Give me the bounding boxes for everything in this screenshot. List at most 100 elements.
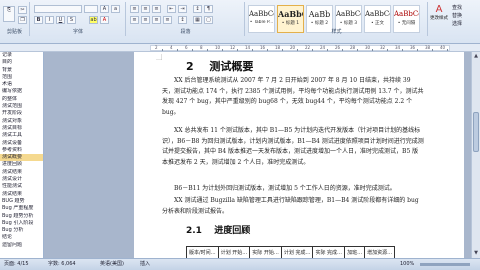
ruler-number: 16 bbox=[260, 45, 266, 50]
ruler-tick bbox=[312, 49, 313, 51]
strikethrough-button[interactable]: S bbox=[67, 16, 76, 24]
nav-item[interactable]: 测试概要 bbox=[0, 154, 43, 162]
nav-item[interactable]: 性能测试 bbox=[0, 183, 43, 190]
nav-item[interactable]: 测试范围 bbox=[0, 103, 43, 110]
line-spacing-icon[interactable]: ↕ bbox=[178, 16, 187, 24]
ruler-tick bbox=[282, 49, 283, 51]
ruler-tick bbox=[207, 49, 208, 51]
highlight-icon[interactable]: ab bbox=[89, 16, 98, 24]
shading-icon[interactable]: ▦ bbox=[193, 16, 202, 24]
language-indicator[interactable]: 英语(美国) bbox=[100, 259, 124, 270]
borders-icon[interactable]: ▢ bbox=[204, 16, 213, 24]
nav-item[interactable]: Bug 引入阶段 bbox=[0, 220, 43, 227]
nav-item[interactable]: 测试目标 bbox=[0, 125, 43, 132]
align-right-icon[interactable]: ≡ bbox=[152, 16, 161, 24]
paste-icon[interactable]: ⎘ bbox=[3, 6, 15, 22]
style-sample: AaBbCcDd bbox=[394, 10, 419, 18]
font-size-select[interactable] bbox=[84, 5, 98, 13]
clipboard-group: ⎘ ✂ ❐ 剪贴板 bbox=[0, 2, 30, 36]
nav-item[interactable]: 编写依据 bbox=[0, 88, 43, 95]
ruler-number: 30 bbox=[365, 45, 371, 50]
heading-2: 2.1 进度回顾 bbox=[186, 223, 250, 236]
ruler-number: 14 bbox=[245, 45, 251, 50]
numbering-icon[interactable]: ≡ bbox=[141, 5, 150, 13]
nav-item[interactable]: 测试对象 bbox=[0, 118, 43, 125]
nav-item[interactable]: Bug 趋势分析 bbox=[0, 213, 43, 220]
vertical-scrollbar[interactable]: ▲ ▼ bbox=[471, 52, 480, 258]
horizontal-ruler[interactable]: 2 4 6 8 10 12 14 16 18 20 22 24 26 28 30 32 34 36 38 40 bbox=[0, 44, 480, 52]
paragraph-2: XX 总共发布 11 个测试版本，其中 B1—B5 为计划内迭代开发版本（针对项… bbox=[162, 127, 424, 166]
ruler-number: 24 bbox=[320, 45, 326, 50]
zoom-level[interactable]: 100% bbox=[400, 259, 414, 270]
page-count[interactable]: 页面: 4/15 bbox=[4, 259, 29, 270]
table-header-row: 版本/时间… 计划 开始… 实际 开始… 计划 完成… 实际 完成… 加班… 增加资源… bbox=[186, 246, 396, 258]
style-name: • 标题 2 bbox=[310, 21, 329, 26]
change-styles-button[interactable]: A 更改样式 bbox=[430, 4, 448, 28]
nav-item[interactable]: 术语 bbox=[0, 81, 43, 88]
multilevel-list-icon[interactable]: ≡ bbox=[152, 5, 161, 13]
nav-item[interactable]: 开发阶段 bbox=[0, 110, 43, 117]
heading-number: 2 bbox=[186, 60, 194, 73]
word-count[interactable]: 字数: 6,064 bbox=[48, 259, 76, 270]
nav-item[interactable]: 范围 bbox=[0, 74, 43, 81]
nav-item[interactable]: 测试结果 bbox=[0, 169, 43, 176]
italic-button[interactable]: I bbox=[45, 16, 54, 24]
navigation-pane: 记录 目的 背景 范围 术语 编写依据 的整体 测试范围 开发阶段 测试对象 测试目标 测试工具 测试设… bbox=[0, 52, 44, 258]
ruler-tick bbox=[222, 49, 223, 51]
nav-item[interactable]: 的整体 bbox=[0, 96, 43, 103]
nav-item[interactable]: BUG 趋势 bbox=[0, 198, 43, 205]
ruler-number: 28 bbox=[350, 45, 356, 50]
show-marks-icon[interactable]: ¶ bbox=[204, 5, 213, 13]
nav-item[interactable]: 测试工具 bbox=[0, 132, 43, 139]
align-left-icon[interactable]: ≡ bbox=[130, 16, 139, 24]
font-color-icon[interactable]: A bbox=[100, 16, 109, 24]
nav-item[interactable]: 遗留问题 bbox=[0, 242, 43, 249]
align-center-icon[interactable]: ≡ bbox=[141, 16, 150, 24]
nav-item[interactable]: Bug 分析 bbox=[0, 227, 43, 234]
shrink-font-icon[interactable]: a bbox=[111, 5, 120, 13]
copy-icon[interactable]: ❐ bbox=[18, 16, 27, 24]
decrease-indent-icon[interactable]: ⇤ bbox=[167, 5, 176, 13]
insert-mode[interactable]: 插入 bbox=[140, 259, 150, 270]
nav-item[interactable]: 结论 bbox=[0, 234, 43, 241]
table-header-cell: 增加资源… bbox=[364, 246, 396, 258]
ruler-tick bbox=[252, 49, 253, 51]
ruler-number: 12 bbox=[230, 45, 236, 50]
replace-button[interactable]: 替换 bbox=[452, 12, 478, 20]
select-button[interactable]: 选择 bbox=[452, 20, 478, 28]
grow-font-icon[interactable]: A bbox=[100, 5, 109, 13]
scroll-down-arrow-icon[interactable]: ▼ bbox=[473, 250, 479, 257]
font-group: A a B I U S ab A 字体 bbox=[31, 2, 126, 36]
zoom-slider[interactable] bbox=[420, 263, 470, 266]
nav-item[interactable]: 记录 bbox=[0, 52, 43, 59]
nav-item[interactable]: 背景 bbox=[0, 67, 43, 74]
ruler-number: 20 bbox=[290, 45, 296, 50]
scroll-up-arrow-icon[interactable]: ▲ bbox=[473, 53, 479, 60]
ruler-tick bbox=[342, 49, 343, 51]
nav-item[interactable]: Bug 严重程度 bbox=[0, 205, 43, 212]
bullets-icon[interactable]: ≡ bbox=[130, 5, 139, 13]
scroll-thumb[interactable] bbox=[473, 112, 479, 152]
style-sample: AaBbC bbox=[278, 9, 303, 19]
ruler-tick bbox=[402, 49, 403, 51]
nav-item[interactable]: 测试结果 bbox=[0, 191, 43, 198]
find-button[interactable]: 查找 bbox=[452, 4, 478, 12]
underline-button[interactable]: U bbox=[56, 16, 65, 24]
sort-icon[interactable]: ↕ bbox=[193, 5, 202, 13]
progress-table: 版本/时间… 计划 开始… 实际 开始… 计划 完成… 实际 完成… 加班… 增加资源… bbox=[186, 246, 396, 258]
bold-button[interactable]: B bbox=[34, 16, 43, 24]
nav-item[interactable]: 进度回顾 bbox=[0, 161, 43, 168]
style-name: • 正文 bbox=[370, 21, 385, 26]
nav-item[interactable]: 目的 bbox=[0, 59, 43, 66]
justify-icon[interactable]: ≡ bbox=[163, 16, 172, 24]
document-page[interactable]: 2 测试概要 XX 后台管理系统测试从 2007 年 7 月 2 日开始到 20… bbox=[134, 52, 464, 258]
nav-item[interactable]: 参考资料 bbox=[0, 147, 43, 154]
nav-item[interactable]: 测试设备 bbox=[0, 140, 43, 147]
ruler-tick bbox=[447, 49, 448, 51]
table-header-cell: 计划 完成… bbox=[280, 246, 314, 258]
font-name-select[interactable] bbox=[34, 5, 82, 13]
style-sample: AaBbCcDc bbox=[365, 10, 390, 18]
nav-item[interactable]: 测试设计 bbox=[0, 176, 43, 183]
cut-icon[interactable]: ✂ bbox=[18, 6, 27, 14]
increase-indent-icon[interactable]: ⇥ bbox=[178, 5, 187, 13]
